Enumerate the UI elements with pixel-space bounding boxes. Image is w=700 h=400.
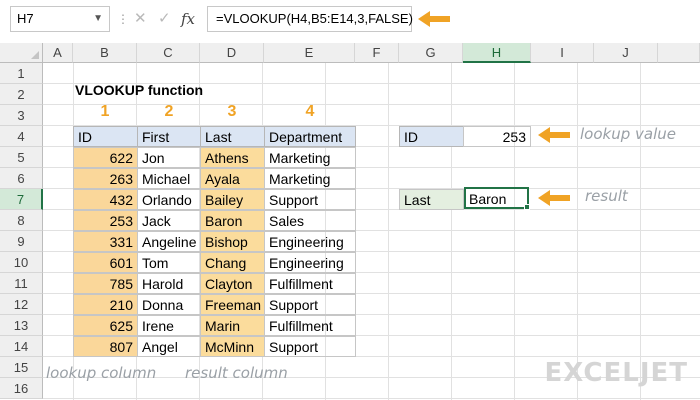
arrow-left-icon <box>538 190 570 206</box>
cell-first[interactable]: Irene <box>137 315 201 336</box>
cancel-icon[interactable]: ✕ <box>134 6 147 32</box>
annotation-result: result <box>585 187 628 205</box>
cell-first[interactable]: Jack <box>137 210 201 231</box>
column-header-b[interactable]: B <box>73 43 137 63</box>
row-header-7[interactable]: 7 <box>0 189 43 210</box>
cell-last[interactable]: Baron <box>200 210 265 231</box>
row-header-3[interactable]: 3 <box>0 105 43 126</box>
fill-handle[interactable] <box>524 204 530 210</box>
cell-department[interactable]: Marketing <box>264 147 356 168</box>
column-header-k[interactable] <box>658 43 700 63</box>
cell-id[interactable]: 625 <box>73 315 138 336</box>
cell-department[interactable]: Fulfillment <box>264 315 356 336</box>
cell-first[interactable]: Tom <box>137 252 201 273</box>
enter-icon[interactable]: ✓ <box>158 6 171 32</box>
cell-department[interactable]: Sales <box>264 210 356 231</box>
column-header-d[interactable]: D <box>200 43 264 63</box>
cell-department[interactable]: Marketing <box>264 168 356 189</box>
annotation-lookup-column: lookup column <box>46 364 157 382</box>
cell-department[interactable]: Fulfillment <box>264 273 356 294</box>
cell-department[interactable]: Support <box>264 189 356 210</box>
column-header-g[interactable]: G <box>399 43 463 63</box>
table-header-department[interactable]: Department <box>264 126 356 147</box>
cell-first[interactable]: Jon <box>137 147 201 168</box>
cell-first[interactable]: Harold <box>137 273 201 294</box>
cell-first[interactable]: Donna <box>137 294 201 315</box>
column-header-e[interactable]: E <box>264 43 355 63</box>
row-header-5[interactable]: 5 <box>0 147 43 168</box>
cell-first[interactable]: Orlando <box>137 189 201 210</box>
row-header-12[interactable]: 12 <box>0 294 43 315</box>
row-header-16[interactable]: 16 <box>0 378 43 399</box>
exceljet-logo: EXCELJET <box>544 358 688 388</box>
lookup-label-cell[interactable]: ID <box>399 126 464 147</box>
lookup-value-cell[interactable]: 253 <box>463 126 531 147</box>
table-header-last[interactable]: Last <box>200 126 265 147</box>
cell-first[interactable]: Angel <box>137 336 201 357</box>
row-header-9[interactable]: 9 <box>0 231 43 252</box>
cell-id[interactable]: 331 <box>73 231 138 252</box>
cell-department[interactable]: Engineering <box>264 231 356 252</box>
insert-function-icon[interactable]: fx <box>181 6 195 32</box>
cell-last[interactable]: Chang <box>200 252 265 273</box>
row-header-10[interactable]: 10 <box>0 252 43 273</box>
select-all-corner[interactable] <box>0 43 43 63</box>
cell-id[interactable]: 807 <box>73 336 138 357</box>
cell-first[interactable]: Angeline <box>137 231 201 252</box>
active-cell-border <box>464 187 529 209</box>
row-header-4[interactable]: 4 <box>0 126 43 147</box>
formula-input[interactable]: =VLOOKUP(H4,B5:E14,3,FALSE) <box>207 6 413 32</box>
column-header-j[interactable]: J <box>594 43 658 63</box>
row-header-2[interactable]: 2 <box>0 84 43 105</box>
sheet-title: VLOOKUP function <box>75 82 204 98</box>
row-header-6[interactable]: 6 <box>0 168 43 189</box>
arrow-left-icon <box>418 11 450 27</box>
cell-last[interactable]: McMinn <box>200 336 265 357</box>
cell-last[interactable]: Clayton <box>200 273 265 294</box>
cell-id[interactable]: 785 <box>73 273 138 294</box>
cell-department[interactable]: Support <box>264 336 356 357</box>
cell-last[interactable]: Ayala <box>200 168 265 189</box>
name-box-value: H7 <box>17 11 34 26</box>
marker-4: 4 <box>305 103 315 120</box>
formula-bar-grip-icon: ⋮ <box>117 12 129 26</box>
annotation-result-column: result column <box>185 364 288 382</box>
table-header-first[interactable]: First <box>137 126 201 147</box>
name-box[interactable]: H7 ▼ <box>10 6 110 32</box>
cell-first[interactable]: Michael <box>137 168 201 189</box>
cell-id[interactable]: 601 <box>73 252 138 273</box>
row-header-15[interactable]: 15 <box>0 357 43 378</box>
annotation-lookup-value: lookup value <box>580 125 676 143</box>
row-header-8[interactable]: 8 <box>0 210 43 231</box>
cell-department[interactable]: Support <box>264 294 356 315</box>
marker-1: 1 <box>100 103 110 120</box>
row-header-11[interactable]: 11 <box>0 273 43 294</box>
cell-id[interactable]: 253 <box>73 210 138 231</box>
marker-2: 2 <box>164 103 174 120</box>
cell-department[interactable]: Engineering <box>264 252 356 273</box>
arrow-left-icon <box>538 127 570 143</box>
column-header-h[interactable]: H <box>463 43 531 63</box>
row-header-14[interactable]: 14 <box>0 336 43 357</box>
cell-id[interactable]: 210 <box>73 294 138 315</box>
cell-id[interactable]: 622 <box>73 147 138 168</box>
column-header-c[interactable]: C <box>137 43 200 63</box>
cell-last[interactable]: Marin <box>200 315 265 336</box>
table-header-id[interactable]: ID <box>73 126 138 147</box>
marker-3: 3 <box>227 103 237 120</box>
cell-last[interactable]: Bishop <box>200 231 265 252</box>
cell-last[interactable]: Freeman <box>200 294 265 315</box>
row-header-13[interactable]: 13 <box>0 315 43 336</box>
result-label-cell[interactable]: Last <box>399 189 464 210</box>
cell-id[interactable]: 263 <box>73 168 138 189</box>
column-header-i[interactable]: I <box>531 43 594 63</box>
column-header-f[interactable]: F <box>355 43 399 63</box>
cell-last[interactable]: Athens <box>200 147 265 168</box>
row-header-1[interactable]: 1 <box>0 63 43 84</box>
cell-last[interactable]: Bailey <box>200 189 265 210</box>
column-header-a[interactable]: A <box>43 43 73 63</box>
chevron-down-icon[interactable]: ▼ <box>93 7 103 31</box>
cell-id[interactable]: 432 <box>73 189 138 210</box>
